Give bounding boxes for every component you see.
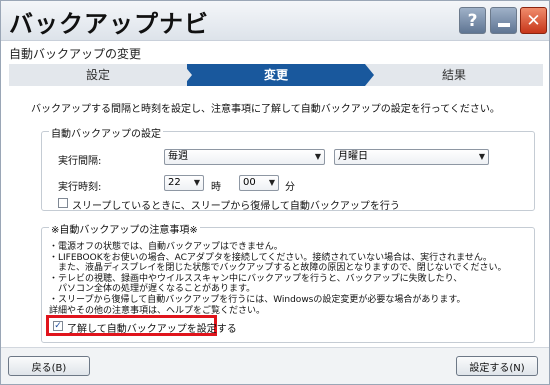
app-title: バックアップナビ xyxy=(9,10,209,38)
dropdown-arrow-icon: ▼ xyxy=(478,152,485,161)
minimize-button[interactable] xyxy=(490,7,517,34)
dropdown-arrow-icon: ▼ xyxy=(314,152,321,161)
time-label: 実行時刻: xyxy=(58,182,102,193)
minute-select[interactable]: 00 ▼ xyxy=(239,175,279,191)
step-label: 結果 xyxy=(441,68,466,82)
step-change: 変更 xyxy=(187,64,365,86)
weekday-select[interactable]: 月曜日 ▼ xyxy=(334,149,489,165)
step-settings: 設定 xyxy=(9,64,187,86)
interval-value: 毎週 xyxy=(168,151,188,162)
wizard-steps: 設定 変更 結果 xyxy=(9,64,543,86)
close-icon: ✕ xyxy=(526,10,541,31)
step-separator-arrow xyxy=(183,64,192,86)
close-button[interactable]: ✕ xyxy=(520,7,547,34)
checkmark-icon: ✓ xyxy=(54,321,62,331)
page-title: 自動バックアップの変更 xyxy=(9,47,142,61)
step-label: 変更 xyxy=(263,68,288,82)
dropdown-arrow-icon: ▼ xyxy=(193,178,200,187)
note-line: パソコン全体の処理が遅くなることがあります。 xyxy=(49,284,256,295)
interval-label: 実行間隔: xyxy=(58,156,102,167)
interval-select[interactable]: 毎週 ▼ xyxy=(164,149,325,165)
note-line: ・LIFEBOOKをお使いの場合、ACアダプタを接続してください。接続されていな… xyxy=(49,252,492,263)
minimize-icon xyxy=(497,22,510,27)
note-line: ・電源オフの状態では、自動バックアップはできません。 xyxy=(49,242,283,252)
question-mark-icon: ? xyxy=(467,10,478,31)
note-line: また、液晶ディスプレイを閉じた状態でバックアップすると故障の原因となりますので、… xyxy=(49,263,507,274)
step-result: 結果 xyxy=(365,64,543,86)
hour-unit: 時 xyxy=(211,182,221,193)
step-separator-arrow xyxy=(365,64,374,86)
hour-select[interactable]: 22 ▼ xyxy=(164,175,204,191)
dropdown-arrow-icon: ▼ xyxy=(268,178,275,187)
sleep-wake-label: スリープしているときに、スリープから復帰して自動バックアップを行う xyxy=(72,201,400,212)
set-button-label: 設定する(N) xyxy=(469,362,525,374)
sleep-wake-checkbox[interactable] xyxy=(58,198,68,208)
footer-bar: 戻る(B) 設定する(N) xyxy=(1,347,549,384)
notes-text: ・電源オフの状態では、自動バックアップはできません。 ・LIFEBOOKをお使い… xyxy=(49,242,535,316)
backup-navi-window: バックアップナビ ? ✕ 自動バックアップの変更 設定 変更 結果 バックアップ… xyxy=(0,0,550,385)
weekday-value: 月曜日 xyxy=(338,151,368,162)
intro-instructions: バックアップする間隔と時刻を設定し、注意事項に了解して自動バックアップの設定を行… xyxy=(31,104,500,115)
step-label: 設定 xyxy=(85,68,110,82)
help-button[interactable]: ? xyxy=(459,7,486,34)
agree-label[interactable]: 了解して自動バックアップを設定する xyxy=(67,320,237,335)
minute-unit: 分 xyxy=(285,182,295,193)
title-bar[interactable]: バックアップナビ ? ✕ xyxy=(1,1,549,41)
agree-checkbox[interactable]: ✓ xyxy=(53,321,63,331)
back-button-label: 戻る(B) xyxy=(31,362,67,374)
group-title: ※自動バックアップの注意事項※ xyxy=(49,221,200,236)
set-button[interactable]: 設定する(N) xyxy=(456,356,538,376)
note-line: ・スリープから復帰して自動バックアップを行うには、Windowsの設定変更が必要… xyxy=(49,294,466,305)
back-button[interactable]: 戻る(B) xyxy=(8,356,90,376)
group-title: 自動バックアップの設定 xyxy=(49,125,163,140)
note-line: ・テレビの視聴、録画中やウイルススキャン中にバックアップを行うと、バックアップに… xyxy=(49,273,463,284)
minute-value: 00 xyxy=(243,177,256,188)
hour-value: 22 xyxy=(168,177,181,188)
